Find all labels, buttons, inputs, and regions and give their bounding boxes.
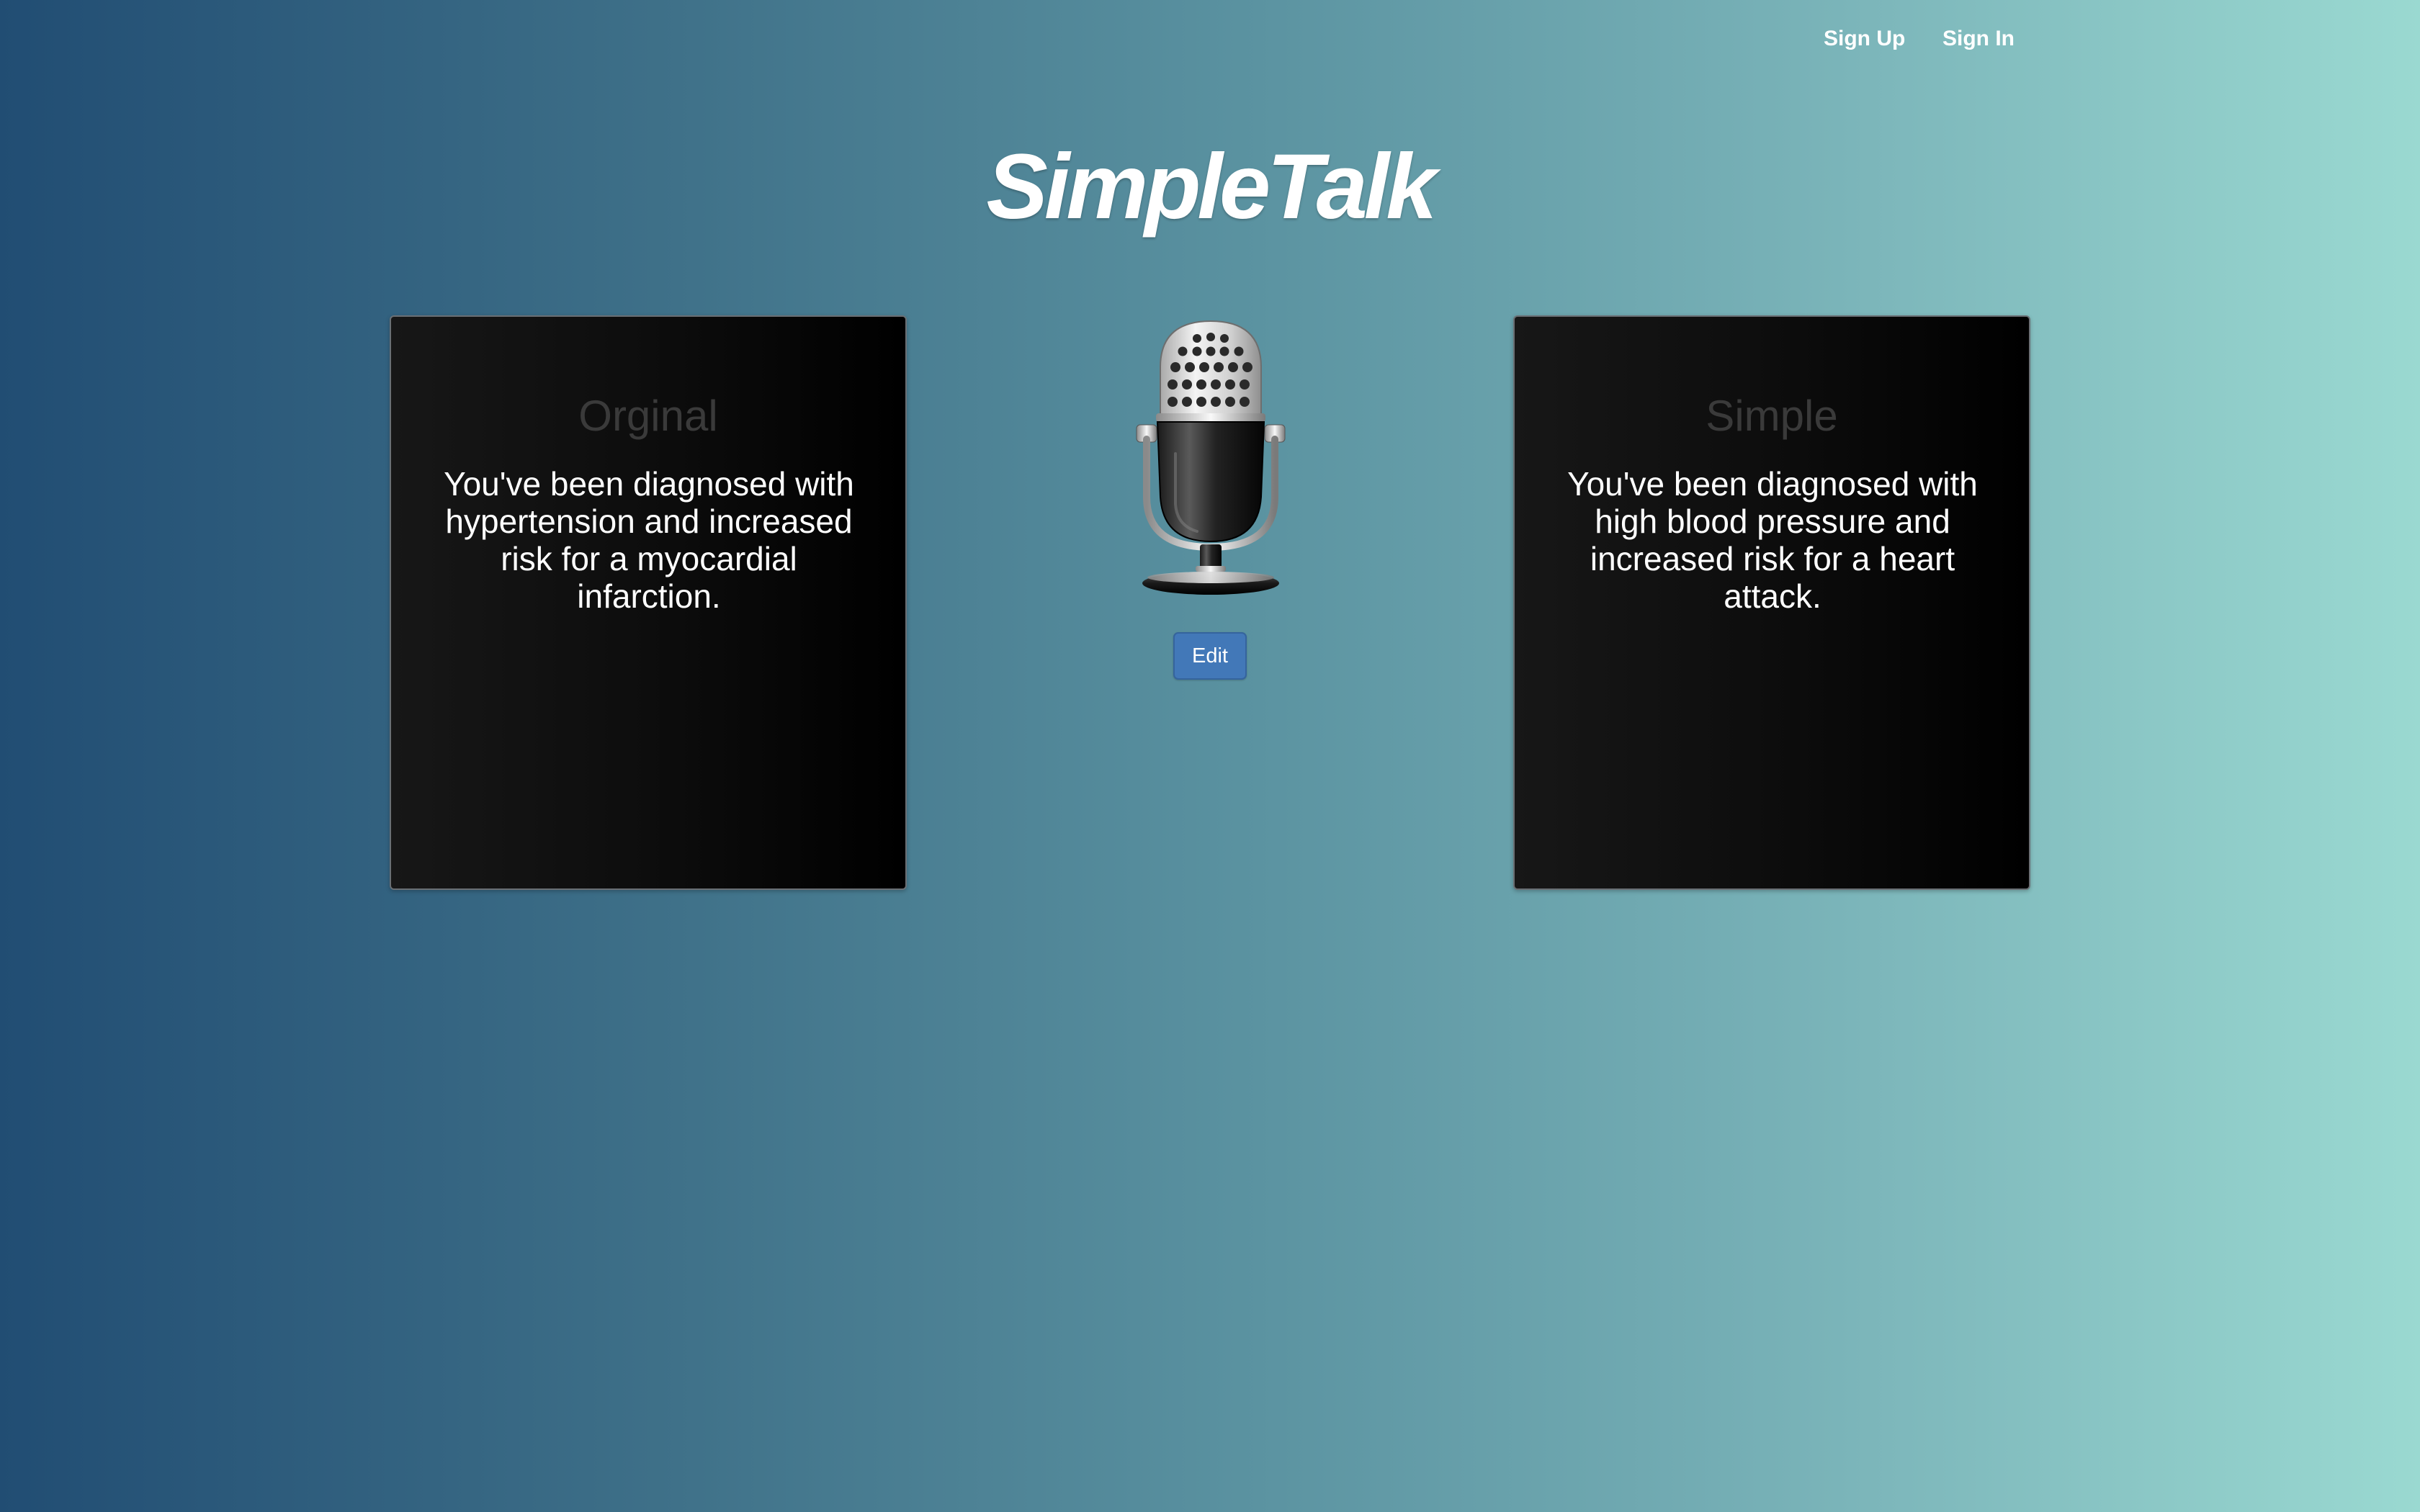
original-text-panel: Orginal You've been diagnosed with hyper…: [390, 315, 907, 890]
original-panel-text: You've been diagnosed with hypertension …: [444, 465, 854, 615]
simple-panel-heading: Simple: [1706, 392, 1838, 440]
app-title: SimpleTalk: [986, 135, 1437, 238]
edit-button[interactable]: Edit: [1173, 632, 1247, 680]
original-panel-heading: Orginal: [578, 392, 718, 440]
microphone-icon: [1136, 320, 1286, 595]
simple-panel-text: You've been diagnosed with high blood pr…: [1567, 465, 1978, 615]
top-nav: Sign Up Sign In: [0, 24, 2420, 53]
sign-in-link[interactable]: Sign In: [1942, 24, 2015, 53]
sign-up-link[interactable]: Sign Up: [1824, 24, 1905, 53]
microphone-button[interactable]: [1132, 317, 1289, 599]
simple-text-panel: Simple You've been diagnosed with high b…: [1513, 315, 2030, 890]
